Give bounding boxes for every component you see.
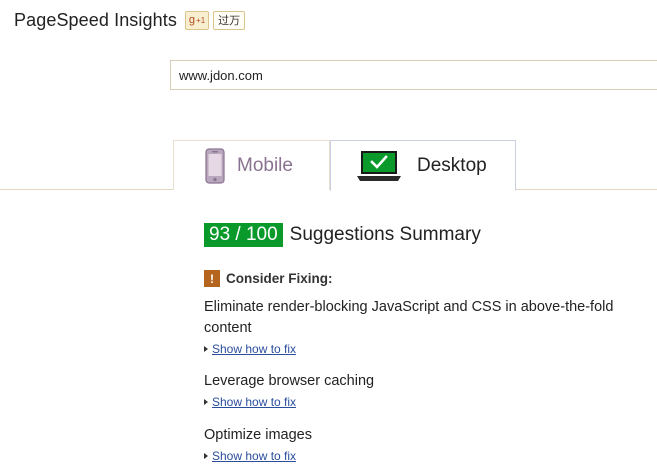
url-input[interactable] [170, 60, 657, 90]
tab-desktop-label: Desktop [417, 154, 487, 176]
mobile-phone-icon [205, 147, 225, 184]
google-plus-button[interactable]: g +1 [184, 10, 210, 30]
header: PageSpeed Insights g +1 过万 [14, 8, 246, 32]
show-how-to-fix-link[interactable]: Show how to fix [204, 448, 654, 464]
plus-count: 过万 [213, 10, 246, 30]
score-summary: 93 / 100 Suggestions Summary [204, 223, 481, 247]
warning-icon: ! [204, 270, 220, 287]
desktop-laptop-icon [355, 150, 403, 182]
suggestion-title: Leverage browser caching [204, 373, 375, 389]
suggestion-item: Eliminate render-blocking JavaScript and… [204, 297, 654, 357]
show-how-to-fix-link[interactable]: Show how to fix [204, 394, 654, 410]
suggestion-title: Optimize images [204, 427, 312, 443]
tab-mobile[interactable]: Mobile [173, 140, 330, 190]
suggestion-item: Optimize images Show how to fix [204, 425, 654, 464]
tab-desktop[interactable]: Desktop [330, 140, 516, 191]
show-how-to-fix-text: Show how to fix [212, 395, 297, 409]
expand-triangle-icon [204, 453, 208, 459]
show-how-to-fix-text: Show how to fix [212, 449, 297, 463]
google-plus-sup: +1 [196, 15, 206, 25]
suggestion-item: Leverage browser caching Show how to fix [204, 371, 654, 410]
suggestion-title: Eliminate render-blocking JavaScript and… [204, 299, 614, 336]
tab-mobile-label: Mobile [237, 154, 293, 176]
google-plus-label: g [188, 14, 196, 26]
consider-fixing-header: ! Consider Fixing: [204, 270, 333, 287]
expand-triangle-icon [204, 346, 208, 352]
app-title: PageSpeed Insights [14, 9, 177, 30]
expand-triangle-icon [204, 399, 208, 405]
show-how-to-fix-link[interactable]: Show how to fix [204, 341, 654, 357]
summary-title: Suggestions Summary [289, 224, 481, 245]
score-badge: 93 / 100 [204, 223, 283, 247]
show-how-to-fix-text: Show how to fix [212, 342, 297, 356]
consider-fixing-label: Consider Fixing: [226, 271, 333, 286]
